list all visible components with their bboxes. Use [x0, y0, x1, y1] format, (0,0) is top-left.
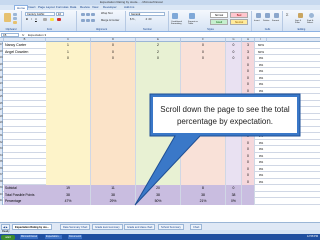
styles-group: Conditional Formatting Format as Table N…	[170, 11, 252, 31]
group-label-styles: Styles	[207, 28, 214, 31]
conditional-formatting-button[interactable]: Conditional Formatting	[171, 21, 187, 25]
group-label-editing: Editing	[297, 28, 306, 31]
editing-group: Σ Sort & Filter Find & Select Editing	[284, 11, 319, 31]
align-left-icon[interactable]	[81, 19, 85, 22]
summary-cell[interactable]: 47%	[46, 198, 91, 205]
underline-button[interactable]: U	[35, 18, 37, 21]
style-neutral[interactable]: Neutral	[230, 19, 248, 25]
summary-row: 41 Percentage 47% 29% 50% 21% 0%	[0, 198, 320, 205]
align-middle-icon[interactable]	[86, 13, 90, 16]
row-number[interactable]: 41	[0, 198, 3, 205]
conditional-formatting-icon[interactable]	[172, 13, 178, 19]
italic-button[interactable]: I	[31, 18, 32, 21]
name-box[interactable]: C5	[1, 33, 19, 37]
delete-cells-icon[interactable]	[265, 13, 270, 18]
sort-filter-icon[interactable]	[298, 13, 303, 18]
paste-icon[interactable]	[4, 13, 11, 22]
clock: 12:58 PM	[306, 235, 318, 238]
taskbar: start Microsoft Excel Expectation... Doc…	[0, 234, 320, 240]
alignment-group: Wrap Text Merge & Center Alignment	[78, 11, 126, 31]
style-normal[interactable]: Normal	[210, 12, 228, 18]
sheet-tabs-bar: ◀ ▶ Expectation Rating by stu... Data Summ…	[0, 222, 320, 230]
bold-button[interactable]: B	[26, 18, 28, 21]
style-good[interactable]: Good	[210, 19, 228, 25]
summary-cell[interactable]	[242, 198, 255, 205]
decimal-buttons[interactable]: .0 .00	[145, 18, 152, 21]
format-button[interactable]: Format	[272, 20, 279, 22]
fill-color-icon[interactable]	[50, 18, 54, 21]
font-color-icon[interactable]	[57, 18, 61, 21]
find-select-button[interactable]: Find & Select	[307, 20, 318, 24]
delete-button[interactable]: Delete	[263, 20, 269, 22]
taskbar-item-workbook[interactable]: Expectation...	[45, 235, 62, 239]
number-format-select[interactable]: General	[129, 12, 165, 16]
autosum-icon[interactable]: Σ	[286, 12, 288, 17]
copy-icon[interactable]	[13, 17, 17, 20]
ribbon: Clipboard Century Gothic 10 B I U Font W…	[0, 10, 320, 32]
number-group: General $ % , .0 .00 Number	[127, 11, 169, 31]
font-group: Century Gothic 10 B I U Font	[23, 11, 77, 31]
format-as-table-icon[interactable]	[189, 13, 195, 19]
cut-icon[interactable]	[13, 13, 17, 16]
format-as-table-button[interactable]: Format as Table	[188, 21, 200, 25]
summary-cell[interactable]: 50%	[136, 198, 181, 205]
wrap-text-button[interactable]: Wrap Text	[101, 12, 113, 15]
format-painter-icon[interactable]	[13, 21, 17, 24]
group-label-cells: Cells	[264, 28, 271, 31]
sort-filter-button[interactable]: Sort & Filter	[295, 20, 305, 24]
percent-cell[interactable]	[255, 198, 267, 205]
group-label-number: Number	[143, 28, 152, 31]
style-bad[interactable]: Bad	[230, 12, 248, 18]
summary-cell[interactable]: 0%	[226, 198, 242, 205]
taskbar-item-excel[interactable]: Microsoft Excel	[20, 235, 39, 239]
merge-center-button[interactable]: Merge & Center	[101, 19, 119, 22]
group-label-font: Font	[46, 28, 52, 31]
find-select-icon[interactable]	[309, 13, 314, 18]
align-top-icon[interactable]	[81, 13, 85, 16]
format-cells-icon[interactable]	[274, 13, 279, 18]
font-size-select[interactable]: 10	[56, 12, 64, 16]
summary-cell[interactable]: 21%	[181, 198, 226, 205]
cells-group: Insert Delete Format Cells	[253, 11, 283, 31]
group-label-alignment: Alignment	[95, 28, 108, 31]
group-label-clipboard: Clipboard	[5, 28, 17, 31]
start-button[interactable]: start	[1, 234, 15, 240]
insert-button[interactable]: Insert	[254, 20, 259, 22]
clipboard-group: Clipboard	[1, 11, 22, 31]
taskbar-item-document[interactable]: Document1	[68, 235, 83, 239]
align-right-icon[interactable]	[91, 19, 95, 22]
summary-label[interactable]: Percentage	[4, 198, 46, 205]
align-bottom-icon[interactable]	[91, 13, 95, 16]
summary-cell[interactable]: 29%	[91, 198, 136, 205]
borders-icon[interactable]	[43, 18, 47, 21]
align-center-icon[interactable]	[86, 19, 90, 22]
currency-button[interactable]: $ % ,	[130, 18, 136, 21]
insert-cells-icon[interactable]	[256, 13, 261, 18]
font-name-select[interactable]: Century Gothic	[25, 12, 55, 16]
callout-text: Scroll down the page to see the total pe…	[160, 105, 290, 126]
